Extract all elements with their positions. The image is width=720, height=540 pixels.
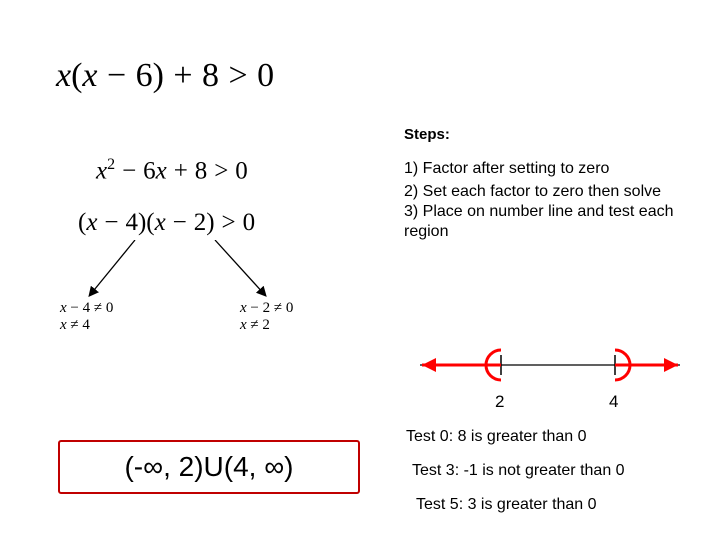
tick-label-2: 2 bbox=[495, 392, 504, 412]
step-1: 1) Factor after setting to zero bbox=[404, 160, 684, 178]
test-0: Test 0: 8 is greater than 0 bbox=[406, 428, 587, 446]
step-2-3: 2) Set each factor to zero then solve 3)… bbox=[404, 182, 684, 242]
answer-interval: (-∞, 2)U(4, ∞) bbox=[58, 440, 360, 494]
main-inequality: x(x − 6) + 8 > 0 bbox=[56, 56, 274, 95]
expanded-inequality: x2 − 6x + 8 > 0 bbox=[96, 156, 248, 185]
tick-label-4: 4 bbox=[609, 392, 618, 412]
test-5: Test 5: 3 is greater than 0 bbox=[416, 496, 597, 514]
factor-right: x − 2 ≠ 0 x ≠ 2 bbox=[240, 300, 293, 334]
factor-left-line2: x ≠ 4 bbox=[60, 317, 113, 334]
factor-left: x − 4 ≠ 0 x ≠ 4 bbox=[60, 300, 113, 334]
answer-text: (-∞, 2)U(4, ∞) bbox=[124, 451, 293, 483]
test-3: Test 3: -1 is not greater than 0 bbox=[412, 462, 625, 480]
factor-right-line1: x − 2 ≠ 0 bbox=[240, 300, 293, 317]
slide: x(x − 6) + 8 > 0 x2 − 6x + 8 > 0 (x − 4)… bbox=[0, 0, 720, 540]
factor-right-line2: x ≠ 2 bbox=[240, 317, 293, 334]
split-arrows-icon bbox=[60, 240, 340, 300]
number-line bbox=[400, 340, 680, 390]
steps-heading: Steps: bbox=[404, 126, 450, 143]
factor-left-line1: x − 4 ≠ 0 bbox=[60, 300, 113, 317]
factored-inequality: (x − 4)(x − 2) > 0 bbox=[78, 208, 255, 237]
